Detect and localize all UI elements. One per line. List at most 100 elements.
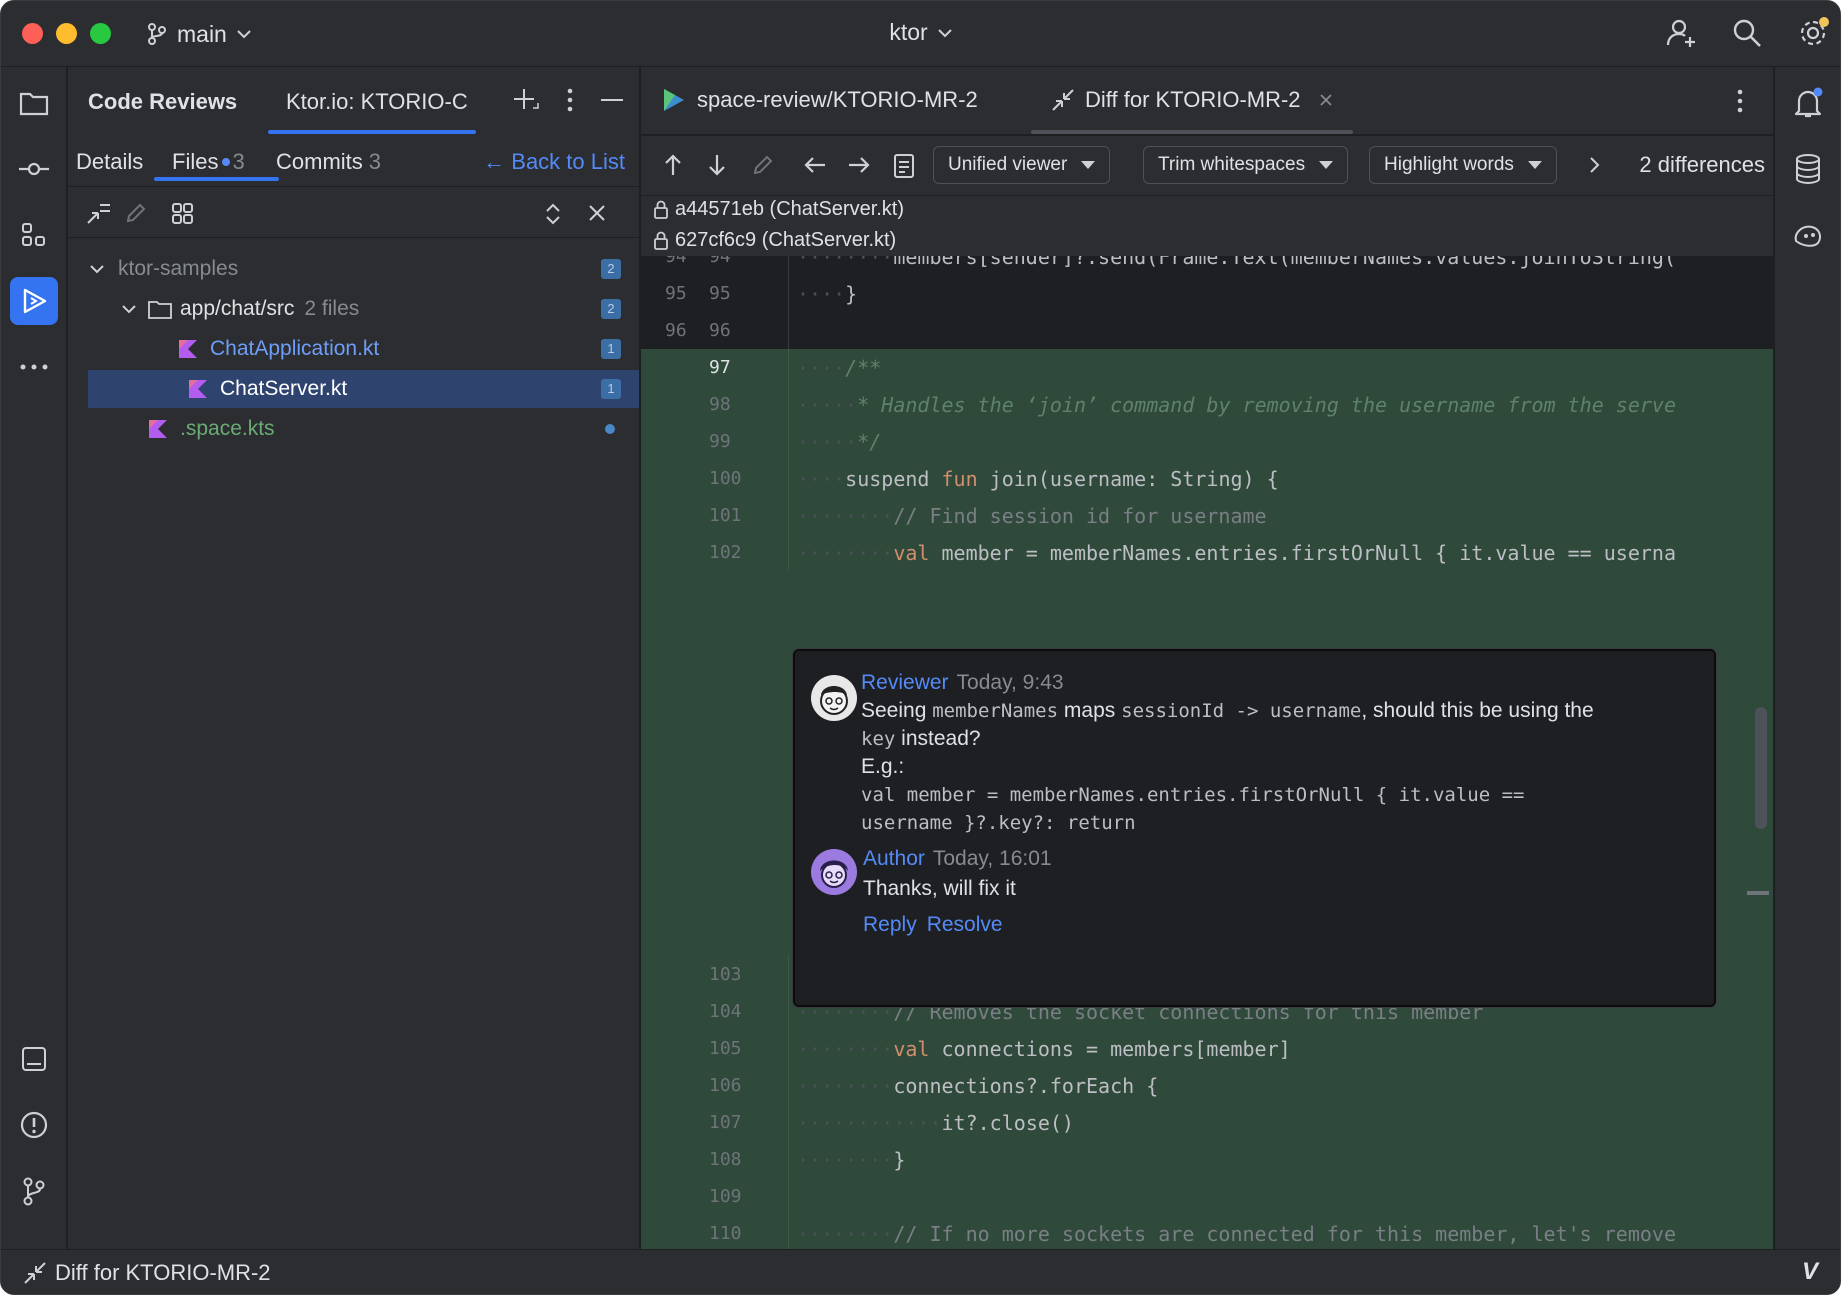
terminal-icon[interactable] [10, 1035, 58, 1083]
edit-icon[interactable] [124, 201, 148, 225]
reviewer-comment-body: Seeing memberNames maps sessionId -> use… [861, 697, 1701, 837]
minimize-icon[interactable] [601, 98, 623, 102]
files-toolbar [68, 188, 639, 238]
arrow-down-icon[interactable] [707, 153, 727, 177]
whitespace-dropdown[interactable]: Trim whitespaces [1143, 146, 1349, 184]
edit-icon[interactable] [751, 153, 775, 177]
more-tools-icon[interactable] [10, 343, 58, 391]
group-by-icon[interactable] [170, 201, 196, 227]
arrow-left-icon[interactable] [803, 155, 827, 175]
tab-files[interactable]: Files 3 [172, 149, 245, 175]
inline-code: key [861, 728, 896, 750]
chevron-down-icon[interactable] [122, 304, 136, 314]
tree-item-chatapplication[interactable]: ChatApplication.kt 1 [78, 330, 639, 368]
comment-text: E.g.: [861, 755, 905, 778]
line-number-old: 96 [665, 320, 687, 341]
resolve-link[interactable]: Resolve [927, 913, 1003, 936]
reply-link[interactable]: Reply [863, 913, 917, 936]
database-icon[interactable] [1784, 145, 1832, 193]
tab-label: space-review/KTORIO-MR-2 [697, 87, 978, 112]
code-text: member = memberNames.entries.firstOrNull… [929, 540, 1676, 565]
line-number-new: 105 [709, 1038, 742, 1059]
comment-count-badge: 2 [601, 299, 621, 319]
commit-icon[interactable] [10, 145, 58, 193]
code-text: // If no more sockets are connected for … [893, 1221, 1676, 1246]
options-icon[interactable] [567, 88, 573, 112]
line-number-new: 102 [709, 542, 742, 563]
code-review-icon[interactable] [10, 277, 58, 325]
folder-icon [148, 301, 172, 319]
options-icon[interactable] [1737, 89, 1743, 113]
status-dot [605, 424, 615, 434]
comment-count-badge: 1 [601, 379, 621, 399]
git-icon[interactable] [10, 1167, 58, 1215]
inline-code: sessionId -> username [1121, 700, 1362, 722]
tab-commits[interactable]: Commits 3 [276, 149, 381, 175]
status-bar: Diff for KTORIO-MR-2 V [1, 1249, 1840, 1294]
add-icon[interactable] [513, 87, 539, 113]
tree-item-count: 2 files [304, 297, 360, 320]
chevron-right-icon[interactable] [1589, 156, 1601, 174]
author-name[interactable]: Author [863, 847, 925, 870]
code-line: 94 94 ········members[sender]?.send(Frame… [641, 256, 1773, 275]
highlight-dropdown[interactable]: Highlight words [1369, 146, 1557, 184]
problems-icon[interactable] [10, 1101, 58, 1149]
project-selector[interactable]: ktor [889, 19, 952, 46]
vim-logo-icon[interactable]: V [1802, 1258, 1818, 1286]
scrollbar-thumb[interactable] [1755, 707, 1767, 829]
line-number-new: 107 [709, 1112, 742, 1133]
tree-item-space-kts[interactable]: .space.kts [78, 410, 639, 448]
tab-space-review[interactable]: space-review/KTORIO-MR-2 [661, 87, 978, 113]
folder-icon[interactable] [10, 79, 58, 127]
status-breadcrumb[interactable]: Diff for KTORIO-MR-2 [23, 1260, 271, 1286]
lock-icon [654, 200, 668, 219]
tree-item-chatserver[interactable]: ChatServer.kt 1 [88, 370, 639, 408]
tab-files-label: Files [172, 149, 219, 174]
active-tab-indicator [1031, 130, 1353, 134]
viewer-dropdown[interactable]: Unified viewer [933, 146, 1111, 184]
space-icon [664, 89, 684, 111]
line-number-new: 104 [709, 1001, 742, 1022]
code-text: /** [845, 355, 882, 380]
tree-item-ktor-samples[interactable]: ktor-samples 2 [78, 250, 639, 288]
files-count: 3 [232, 149, 245, 174]
whitespace-dropdown-value: Trim whitespaces [1158, 154, 1306, 175]
structure-icon[interactable] [10, 211, 58, 259]
review-tab[interactable]: Ktor.io: KTORIO-C [286, 89, 468, 115]
add-user-icon[interactable] [1664, 13, 1698, 53]
code-line: 108 ········} [641, 1141, 1773, 1178]
file-icon[interactable] [893, 153, 915, 179]
tab-diff[interactable]: Diff for KTORIO-MR-2 [1051, 87, 1333, 113]
dropdown-caret-icon [1319, 161, 1334, 169]
line-number-new: 97 [709, 357, 731, 378]
ai-assistant-icon[interactable] [1784, 211, 1832, 259]
revision-label: 627cf6c9 (ChatServer.kt) [675, 229, 897, 251]
tab-details[interactable]: Details [76, 149, 143, 175]
revision-line-head: 627cf6c9 (ChatServer.kt) [653, 229, 896, 252]
expand-collapse-icon[interactable] [544, 202, 562, 226]
line-number-new: 95 [709, 283, 731, 304]
dropdown-caret-icon [1527, 161, 1542, 169]
reviewer-name[interactable]: Reviewer [861, 671, 949, 694]
code-line: 105 ········val connections = members[me… [641, 1030, 1773, 1067]
diff-icon[interactable] [86, 201, 112, 227]
chevron-down-icon[interactable] [90, 264, 104, 274]
review-comment-thread: Reviewer Today, 9:43 Seeing memberNames m… [793, 649, 1716, 1007]
code-line: 102 ········val member = memberNames.ent… [641, 534, 1773, 571]
line-number-old: 95 [665, 283, 687, 304]
commits-count: 3 [368, 149, 382, 174]
close-icon[interactable] [588, 204, 606, 222]
back-to-list-link[interactable]: ← Back to List [483, 149, 625, 175]
arrow-up-icon[interactable] [663, 153, 683, 177]
code-text: } [893, 1147, 906, 1172]
tab-commits-label: Commits [276, 149, 363, 174]
close-tab-icon[interactable] [1319, 93, 1333, 107]
settings-icon[interactable] [1796, 13, 1830, 53]
diff-toolbar: Unified viewer Trim whitespaces Highligh… [641, 136, 1773, 196]
notifications-icon[interactable] [1784, 79, 1832, 127]
arrow-right-icon[interactable] [847, 155, 871, 175]
search-icon[interactable] [1730, 13, 1764, 53]
viewer-dropdown-value: Unified viewer [948, 154, 1068, 175]
diff-editor: space-review/KTORIO-MR-2 Diff for KTORIO… [641, 67, 1773, 1249]
tree-item-app-chat-src[interactable]: app/chat/src 2 files 2 [78, 290, 639, 328]
